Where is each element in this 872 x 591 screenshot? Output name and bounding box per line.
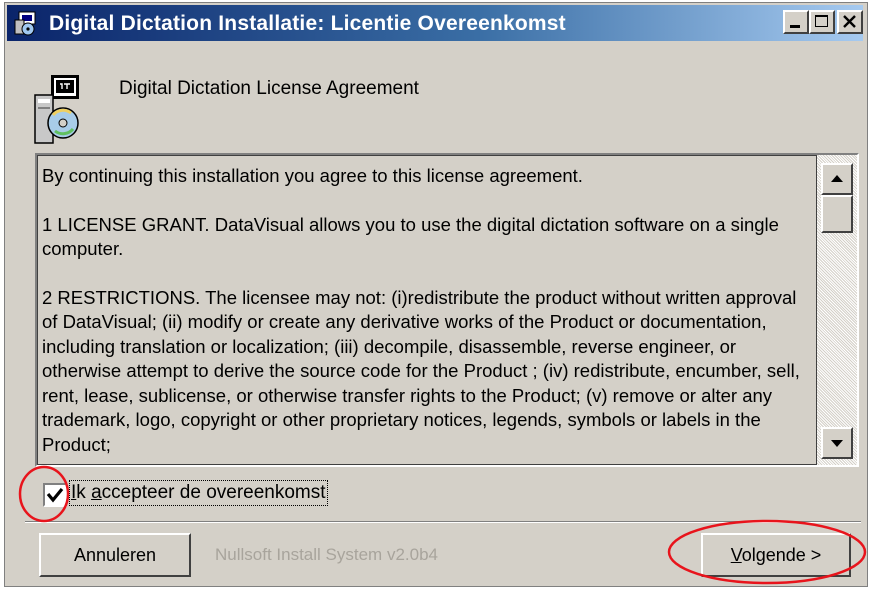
next-button[interactable]: Volgende > — [701, 533, 851, 577]
window-title: Digital Dictation Installatie: Licentie … — [49, 12, 566, 35]
next-button-label: Volgende > — [731, 545, 822, 566]
close-icon — [843, 15, 856, 28]
access-key-a: a — [91, 482, 102, 503]
checkmark-icon — [46, 487, 64, 503]
cancel-button[interactable]: Annuleren — [39, 533, 191, 577]
license-paragraph: 1 LICENSE GRANT. DataVisual allows you t… — [42, 213, 779, 260]
next-label-rest: olgende > — [741, 544, 822, 565]
vertical-scrollbar[interactable] — [817, 155, 857, 465]
scroll-up-button[interactable] — [821, 163, 853, 195]
branding-text: Nullsoft Install System v2.0b4 — [215, 545, 438, 564]
access-key-v: V — [730, 544, 742, 565]
license-text: By continuing this installation you agre… — [42, 164, 814, 464]
scrollbar-thumb[interactable] — [821, 195, 853, 233]
license-paragraph: By continuing this installation you agre… — [42, 165, 583, 186]
close-button[interactable] — [837, 10, 863, 34]
accept-checkbox[interactable] — [43, 483, 67, 507]
maximize-button[interactable] — [809, 10, 835, 34]
license-text-area[interactable]: By continuing this installation you agre… — [37, 155, 817, 465]
scroll-down-button[interactable] — [821, 427, 853, 459]
installer-icon — [34, 75, 79, 144]
arrow-down-icon — [831, 440, 843, 447]
maximize-icon — [815, 15, 828, 27]
installer-app-icon — [14, 11, 36, 36]
license-paragraph: 2 RESTRICTIONS. The licensee may not: (i… — [42, 286, 800, 455]
cancel-button-label: Annuleren — [73, 544, 157, 565]
header-title: Digital Dictation License Agreement — [119, 78, 419, 99]
minimize-button[interactable] — [783, 10, 809, 34]
separator — [25, 521, 861, 523]
minimize-icon — [790, 25, 800, 28]
label-text: k — [76, 482, 92, 503]
installer-window: Digital Dictation Installatie: Licentie … — [4, 2, 868, 587]
title-bar[interactable]: Digital Dictation Installatie: Licentie … — [7, 5, 863, 41]
label-text-rest: ccepteer de overeenkomst — [101, 482, 326, 503]
license-textbox[interactable]: By continuing this installation you agre… — [35, 153, 859, 467]
arrow-up-icon — [831, 175, 843, 182]
accept-checkbox-label[interactable]: Ik accepteer de overeenkomst — [69, 480, 328, 506]
